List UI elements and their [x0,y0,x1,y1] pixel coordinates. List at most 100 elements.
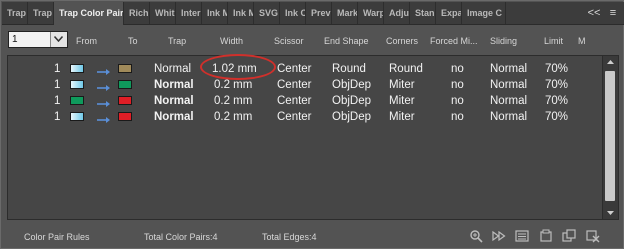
table-row[interactable]: 1 Normal 0.2 mm Center ObjDep Miter no Normal 70… [8,93,602,109]
filter-select-value: 1 [12,34,18,45]
scissor-value: Center [277,79,312,91]
end-shape-value: ObjDep [332,79,371,91]
scrollbar-thumb[interactable] [605,71,615,201]
tab-1[interactable]: Trap [2,2,28,24]
total-color-pairs-label: Total Color Pairs:4 [144,232,218,242]
from-color-swatch [70,96,84,105]
scissor-value: Center [277,63,312,75]
tab-2[interactable]: Trap [28,2,54,24]
row-number: 1 [54,95,61,107]
end-shape-value: Round [332,63,366,75]
column-header-forced[interactable]: Forced Mi... [430,36,478,46]
tab-10[interactable]: Ink C [280,2,306,24]
tab-3[interactable]: Trap Color Pairs [54,2,124,25]
tab-bar: Trap Trap Trap Color Pairs Rich Whit Inter Ink… [2,2,624,25]
table-row[interactable]: 1 Normal 0.2 mm Center ObjDep Miter no Normal 70… [8,77,602,93]
sliding-value: Normal [490,111,528,123]
to-color-swatch [118,112,132,121]
column-header-m[interactable]: M [578,36,586,46]
column-header-scissor[interactable]: Scissor [274,36,304,46]
scroll-up-icon[interactable] [603,56,618,69]
column-header-limit[interactable]: Limit [544,36,563,46]
tab-17[interactable]: Image C [462,2,506,24]
column-header-corners[interactable]: Corners [386,36,418,46]
sliding-value: Normal [490,95,528,107]
tab-5[interactable]: Whit [150,2,176,24]
trap-value: Normal [154,79,194,91]
duplicate-icon[interactable] [562,229,576,243]
width-value: 0.2 mm [214,95,253,107]
trap-value: Normal [154,63,192,75]
end-shape-value: ObjDep [332,95,371,107]
limit-value: 70% [545,63,569,75]
forced-miter-value: no [451,111,464,123]
corners-value: Round [389,63,423,75]
table-row[interactable]: 1 Normal 1.02 mm Center Round Round no Normal 70… [8,54,602,80]
arrow-right-icon [96,80,112,91]
column-header-sliding[interactable]: Sliding [490,36,517,46]
table-header: 1 From To Trap Width Scissor End Shape C… [2,25,624,55]
limit-value: 70% [545,79,569,91]
limit-value: 70% [545,95,569,107]
arrow-right-icon [96,112,112,123]
tab-4[interactable]: Rich [124,2,150,24]
row-number: 1 [54,63,61,75]
tab-12[interactable]: Mark [332,2,358,24]
trap-value: Normal [154,95,194,107]
column-header-from[interactable]: From [76,36,97,46]
tab-16[interactable]: Expa [436,2,462,24]
sliding-value: Normal [490,79,528,91]
tab-8[interactable]: Ink M [228,2,254,24]
filter-select[interactable]: 1 [8,31,68,48]
scroll-down-icon[interactable] [603,206,618,219]
from-color-swatch [70,80,84,89]
total-edges-label: Total Edges:4 [262,232,317,242]
row-number: 1 [54,111,61,123]
column-header-width[interactable]: Width [220,36,243,46]
forced-miter-value: no [451,95,464,107]
to-color-swatch [118,80,132,89]
trap-value: Normal [154,111,194,123]
tab-14[interactable]: Adju [384,2,410,24]
tab-11[interactable]: Previ [306,2,332,24]
sliding-value: Normal [490,63,528,75]
scissor-value: Center [277,111,312,123]
corners-value: Miter [389,95,415,107]
color-pairs-list: 1 Normal 1.02 mm Center Round Round no Normal 70… [7,54,619,220]
panel-menu-icon[interactable]: ≡ [605,2,621,24]
tab-15[interactable]: Stan [410,2,436,24]
forced-miter-value: no [451,79,464,91]
limit-value: 70% [545,111,569,123]
tab-9[interactable]: SVG [254,2,280,24]
new-icon[interactable] [539,229,553,243]
to-color-swatch [118,96,132,105]
column-header-end-shape[interactable]: End Shape [324,36,369,46]
color-pair-rules-label: Color Pair Rules [24,232,90,242]
width-value: 0.2 mm [214,111,253,123]
to-color-swatch [118,64,132,73]
vertical-scrollbar[interactable] [602,56,618,219]
zoom-icon[interactable] [469,229,483,243]
status-footer: Color Pair Rules Total Color Pairs:4 Tot… [2,225,624,249]
from-color-swatch [70,112,84,121]
chevron-down-icon[interactable] [50,32,67,47]
end-shape-value: ObjDep [332,111,371,123]
play-forward-icon[interactable] [492,229,506,243]
arrow-right-icon [96,64,112,75]
tab-6[interactable]: Inter [176,2,202,24]
column-header-trap[interactable]: Trap [168,36,186,46]
tab-7[interactable]: Ink M [202,2,228,24]
from-color-swatch [70,64,84,73]
width-value: 0.2 mm [214,79,253,91]
table-row[interactable]: 1 Normal 0.2 mm Center ObjDep Miter no Normal 70… [8,109,602,125]
column-header-to[interactable]: To [128,36,138,46]
tab-13[interactable]: Warp [358,2,384,24]
delete-icon[interactable] [586,229,600,243]
arrow-right-icon [96,96,112,107]
forced-miter-value: no [451,63,464,75]
corners-value: Miter [389,79,415,91]
list-view-icon[interactable] [515,229,529,243]
trap-color-pairs-panel: Trap Trap Trap Color Pairs Rich Whit Inter Ink… [0,0,624,249]
row-number: 1 [54,79,61,91]
collapse-panel-icon[interactable]: << [586,2,602,24]
